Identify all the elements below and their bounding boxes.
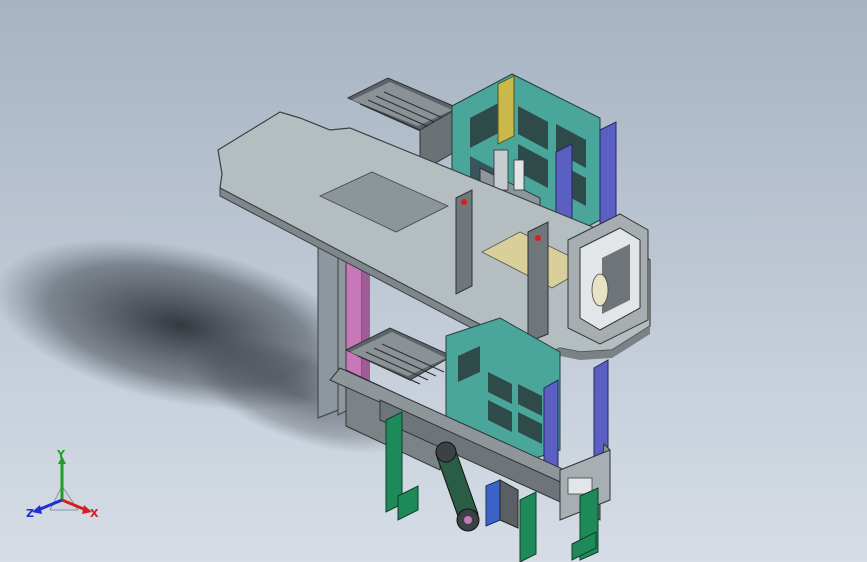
y-axis-label: Y bbox=[56, 450, 66, 461]
cad-model-view[interactable] bbox=[0, 0, 867, 562]
z-axis-label: Z bbox=[26, 507, 34, 520]
3d-viewport[interactable]: Y X Z bbox=[0, 0, 867, 562]
orientation-triad[interactable]: Y X Z bbox=[22, 450, 102, 530]
x-axis-label: X bbox=[90, 507, 99, 520]
bearing-housing[interactable] bbox=[567, 213, 649, 345]
